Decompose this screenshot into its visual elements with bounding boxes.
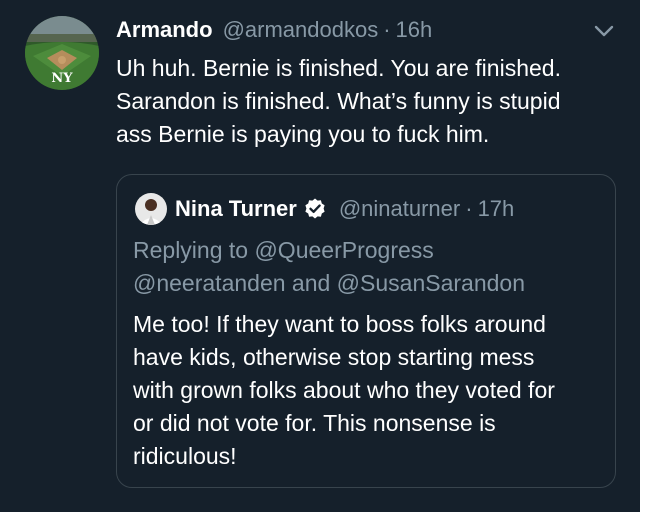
quoted-tweet-timestamp[interactable]: 17h bbox=[478, 196, 515, 222]
tweet-header: Armando @armandodkos · 16h bbox=[116, 15, 610, 45]
person-avatar-icon bbox=[135, 193, 167, 225]
svg-text:NY: NY bbox=[51, 71, 73, 86]
yankees-stadium-avatar-icon: NY bbox=[25, 16, 99, 90]
tweet-timestamp[interactable]: 16h bbox=[396, 17, 433, 43]
author-handle[interactable]: @armandodkos bbox=[223, 17, 379, 43]
tweet-text-line: ass Bernie is paying you to fuck him. bbox=[116, 121, 490, 147]
tweet-text-line: Sarandon is finished. What’s funny is st… bbox=[116, 88, 561, 114]
quoted-text-line: ridiculous! bbox=[133, 443, 237, 469]
quoted-author-handle[interactable]: @ninaturner bbox=[339, 196, 460, 222]
tweet-text: Uh huh. Bernie is finished. You are fini… bbox=[116, 52, 626, 151]
quoted-text-line: with grown folks about who they voted fo… bbox=[133, 377, 555, 403]
replying-to-line[interactable]: @neeratanden and @SusanSarandon bbox=[133, 270, 525, 296]
quoted-text-line: Me too! If they want to boss folks aroun… bbox=[133, 311, 546, 337]
quoted-tweet[interactable]: Nina Turner @ninaturner · 17h Replying t… bbox=[116, 174, 616, 488]
chevron-down-icon[interactable] bbox=[594, 24, 614, 38]
user-avatar[interactable]: NY bbox=[25, 16, 99, 90]
quoted-tweet-text: Me too! If they want to boss folks aroun… bbox=[133, 308, 608, 473]
replying-to-line[interactable]: Replying to @QueerProgress bbox=[133, 237, 434, 263]
quoted-text-line: or did not vote for. This nonsense is bbox=[133, 410, 496, 436]
author-name[interactable]: Armando bbox=[116, 17, 213, 43]
quoted-text-line: have kids, otherwise stop starting mess bbox=[133, 344, 535, 370]
tweet-text-line: Uh huh. Bernie is finished. You are fini… bbox=[116, 55, 561, 81]
quoted-header-separator: · bbox=[465, 196, 473, 221]
quoted-author-avatar[interactable] bbox=[135, 193, 167, 225]
quoted-tweet-header: Nina Turner @ninaturner · 17h bbox=[175, 193, 514, 225]
verified-badge-icon bbox=[305, 198, 325, 219]
replying-to-text: Replying to @QueerProgress @neeratanden … bbox=[133, 234, 603, 300]
quoted-author-name[interactable]: Nina Turner bbox=[175, 196, 297, 222]
header-separator: · bbox=[383, 17, 391, 42]
tweet-card: NY Armando @armandodkos · 16h Uh huh. Be… bbox=[0, 0, 640, 512]
